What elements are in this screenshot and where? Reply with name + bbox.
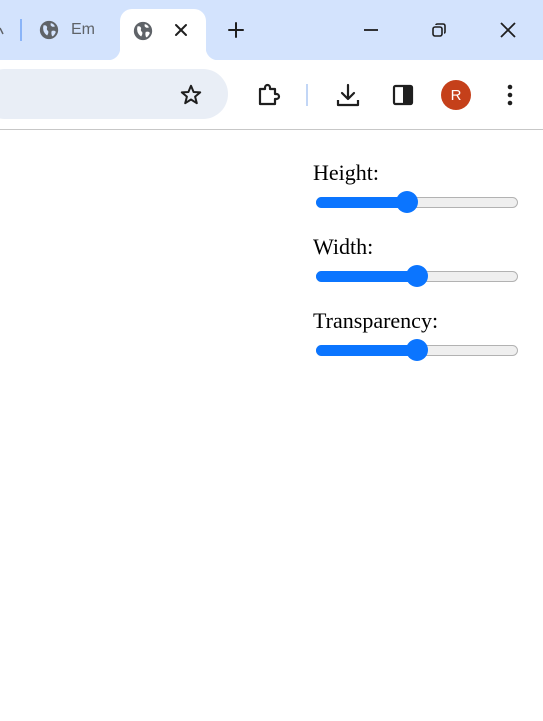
width-label: Width: [313, 234, 374, 259]
extensions-button[interactable] [252, 79, 284, 111]
side-panel-button[interactable] [387, 79, 419, 111]
close-icon [175, 24, 187, 36]
tab-strip: Em [0, 0, 543, 60]
width-slider[interactable] [316, 265, 518, 287]
close-icon [500, 22, 516, 38]
toolbar-divider [306, 84, 308, 106]
bookmark-button[interactable] [176, 80, 206, 110]
more-vert-icon [507, 84, 513, 106]
minimize-icon [364, 29, 378, 31]
profile-avatar[interactable]: R [441, 80, 471, 110]
slider-thumb[interactable] [406, 265, 428, 287]
tab-divider [20, 19, 22, 41]
transparency-slider[interactable] [316, 339, 518, 361]
height-label: Height: [313, 160, 379, 185]
restore-button[interactable] [423, 14, 455, 46]
slider-thumb[interactable] [395, 191, 418, 213]
transparency-label: Transparency: [313, 308, 439, 333]
downloads-button[interactable] [332, 79, 364, 111]
slider-fill [316, 345, 417, 356]
slider-fill [316, 197, 407, 208]
tab-inactive[interactable]: Em [26, 10, 118, 50]
close-window-button[interactable] [492, 14, 524, 46]
slider-fill [316, 271, 417, 282]
tab-active[interactable] [108, 9, 218, 60]
download-icon [336, 83, 360, 107]
slider-thumb[interactable] [406, 339, 428, 361]
plus-icon [228, 22, 244, 38]
restore-icon [432, 23, 446, 37]
globe-icon [133, 21, 153, 41]
minimize-button[interactable] [355, 14, 387, 46]
side-panel-icon [392, 84, 414, 106]
slider-controls: Height: Width: Transparency: [313, 159, 523, 381]
browser-toolbar: R [0, 60, 543, 130]
close-tab-button[interactable] [170, 19, 192, 41]
toolbar-border [0, 129, 543, 130]
globe-icon [39, 20, 59, 40]
previous-tab-edge[interactable] [0, 18, 4, 42]
tab-title: Em [71, 21, 95, 38]
star-icon [180, 84, 202, 105]
puzzle-icon [258, 83, 281, 106]
height-slider[interactable] [316, 191, 518, 213]
new-tab-button[interactable] [222, 16, 250, 44]
menu-button[interactable] [494, 79, 526, 111]
